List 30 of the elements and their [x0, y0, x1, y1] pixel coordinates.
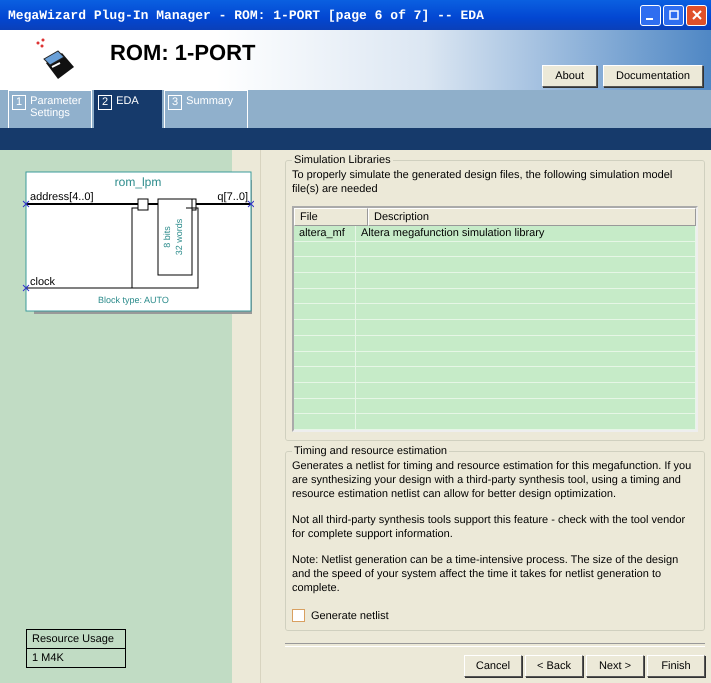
info-paragraph: Not all third-party synthesis tools support this feature - check with the tool vendor for complete support information. [292, 513, 686, 541]
back-button[interactable]: < Back [525, 655, 583, 677]
info-paragraph: Note: Netlist generation can be a time-intensive process. The size of the design and the speed of your system affect the time it takes for netlist generation to complete. [292, 553, 680, 595]
cancel-button[interactable]: Cancel [464, 655, 522, 677]
resource-usage-value: 1 M4K [31, 651, 65, 666]
close-icon [692, 10, 702, 20]
group-title: Timing and resource estimation [293, 445, 448, 457]
resource-usage-heading: Resource Usage [27, 630, 125, 649]
table-cell: altera_mf [294, 226, 356, 241]
wizard-tab[interactable]: 2 EDA [94, 90, 162, 128]
table-cell: Altera megafunction simulation library [356, 226, 696, 241]
info-paragraph: Generates a netlist for timing and resource estimation for this megafunction. If you are synthesizing your design with a third-party synthesis tool, using a timing and resource estimation netlist can allow for better design optimization. [292, 459, 692, 501]
checkbox[interactable] [292, 609, 305, 622]
maximize-button[interactable] [663, 4, 684, 26]
minimize-button[interactable] [640, 4, 661, 26]
maximize-icon [668, 10, 678, 20]
documentation-button[interactable]: Documentation [603, 65, 703, 87]
column-header[interactable]: File [294, 208, 368, 226]
group-title: Simulation Libraries [293, 154, 392, 166]
column-header[interactable]: Description [368, 208, 696, 226]
description-text: To properly simulate the generated design files, the following simulation model file(s) are needed [292, 168, 674, 196]
next-button[interactable]: Next > [586, 655, 644, 677]
finish-button[interactable]: Finish [647, 655, 705, 677]
checkbox-label: Generate netlist [311, 610, 389, 622]
minimize-icon [646, 18, 653, 20]
rom-block-diagram: rom_lpm address[4..0] q[7..0] clock Block type: AUTO 8 bits 32 words [22, 170, 254, 316]
page-title: ROM: 1-PORT [110, 40, 256, 67]
close-button[interactable] [686, 4, 707, 26]
about-button[interactable]: About [542, 65, 597, 87]
window-title: MegaWizard Plug-In Manager - ROM: 1-PORT [page 6 of 7] -- EDA [8, 8, 484, 22]
